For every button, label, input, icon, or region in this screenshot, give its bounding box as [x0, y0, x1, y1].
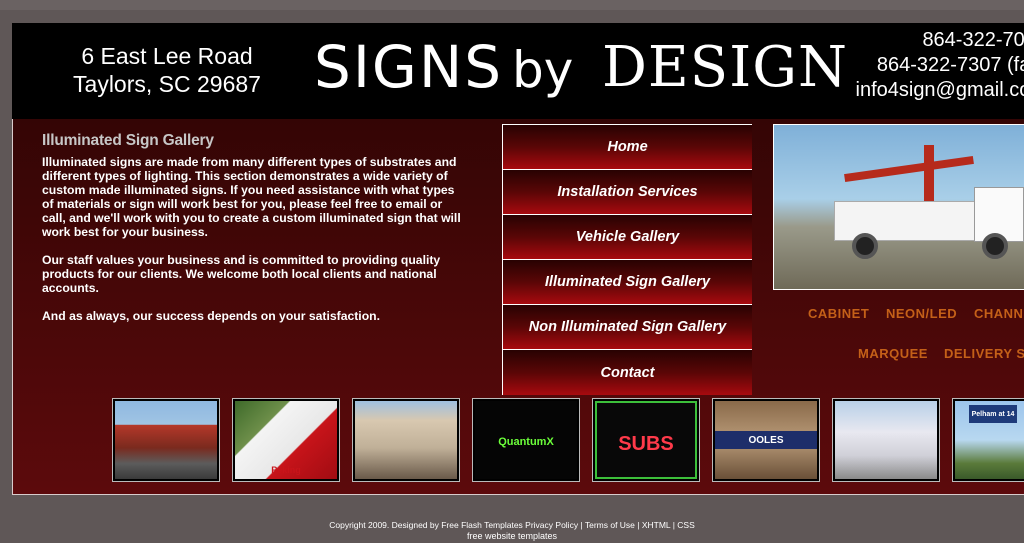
thumbnail-caption — [355, 461, 457, 479]
thumbnail-caption — [115, 461, 217, 479]
thumbnail-frame: QuantumX — [472, 398, 580, 482]
truck-wheel — [982, 233, 1008, 259]
fax-number: 864-322-7307 (fax) — [876, 54, 1024, 76]
site-logo[interactable]: SIGNS by DESIGN — [302, 33, 847, 113]
thumbnail-strip: Peking QuantumX SUBS OOLES Pelham at 14 — [112, 398, 1024, 482]
thumbnail-caption: Peking — [271, 465, 301, 475]
logo-signs: SIGNS — [314, 33, 504, 101]
thumbnail-frame — [352, 398, 460, 482]
contact-info: 864-322-7073 864-322-7307 (fax) info4sig… — [847, 28, 1024, 103]
thumbnail-caption: SUBS — [618, 432, 674, 455]
truck-mast — [924, 145, 934, 205]
thumbnail-ooles[interactable]: OOLES — [715, 401, 817, 479]
thumbnail-frame — [832, 398, 940, 482]
address-line-2: Taylors, SC 29687 — [73, 71, 261, 97]
thumbnail-frame: OOLES — [712, 398, 820, 482]
nav-illuminated-sign-gallery[interactable]: Illuminated Sign Gallery — [502, 260, 752, 305]
category-channel[interactable]: CHANNEL — [974, 306, 1024, 321]
category-delivery-signs[interactable]: DELIVERY SIGNS — [944, 346, 1024, 361]
footer-copyright: Copyright 2009. Designed by Free Flash T… — [329, 520, 695, 530]
category-marquee[interactable]: MARQUEE — [858, 346, 928, 361]
nav-contact[interactable]: Contact — [502, 350, 752, 395]
thumbnail-storefront[interactable] — [355, 401, 457, 479]
featured-truck-photo — [773, 124, 1024, 290]
thumbnail-frame — [112, 398, 220, 482]
page-title: Illuminated Sign Gallery — [42, 132, 214, 149]
truck-wheel — [852, 233, 878, 259]
thumbnail-frame: Pelham at 14 — [952, 398, 1024, 482]
address: 6 East Lee Road Taylors, SC 29687 — [62, 42, 272, 98]
thumbnail-peking[interactable]: Peking — [235, 401, 337, 479]
logo-design: DESIGN — [602, 35, 848, 100]
logo-by: by — [512, 41, 574, 99]
truck-boom — [844, 155, 974, 183]
intro-paragraph-1: Illuminated signs are made from many dif… — [42, 155, 461, 239]
footer-templates-link[interactable]: free website templates — [467, 531, 557, 541]
main-nav: Home Installation Services Vehicle Galle… — [502, 124, 752, 395]
nav-home[interactable]: Home — [502, 125, 752, 170]
thumbnail-pelham[interactable]: Pelham at 14 — [955, 401, 1024, 479]
email-link[interactable]: info4sign@gmail.com — [847, 78, 1024, 103]
intro-paragraph-2: Our staff values your business and is co… — [42, 253, 441, 295]
address-line-1: 6 East Lee Road — [81, 43, 253, 69]
nav-vehicle-gallery[interactable]: Vehicle Gallery — [502, 215, 752, 260]
thumbnail-frame: Peking — [232, 398, 340, 482]
phone-number: 864-322-7073 — [922, 29, 1024, 51]
thumbnail-caption: Pelham at 14 — [969, 405, 1017, 423]
thumbnail-frame: SUBS — [592, 398, 700, 482]
intro-section: Illuminated Sign Gallery Illuminated sig… — [42, 132, 462, 337]
thumbnail-caption — [835, 461, 937, 479]
category-links: CABINET NEON/LED CHANNEL MARQUEE DELIVER… — [780, 300, 1024, 370]
category-cabinet[interactable]: CABINET — [808, 306, 869, 321]
thumbnail-caption: OOLES — [715, 431, 817, 449]
nav-installation-services[interactable]: Installation Services — [502, 170, 752, 215]
thumbnail-store-hours[interactable] — [835, 401, 937, 479]
intro-paragraph-3: And as always, our success depends on yo… — [42, 309, 380, 323]
thumbnail-restaurant[interactable] — [115, 401, 217, 479]
thumbnail-subs-neon[interactable]: SUBS — [595, 401, 697, 479]
site-footer: Copyright 2009. Designed by Free Flash T… — [0, 510, 1024, 543]
category-neon-led[interactable]: NEON/LED — [886, 306, 957, 321]
nav-non-illuminated-sign-gallery[interactable]: Non Illuminated Sign Gallery — [502, 305, 752, 350]
thumbnail-caption: QuantumX — [498, 436, 554, 448]
thumbnail-quantumx[interactable]: QuantumX — [475, 401, 577, 479]
site-header: 6 East Lee Road Taylors, SC 29687 SIGNS … — [12, 23, 1024, 119]
top-strip — [0, 0, 1024, 10]
